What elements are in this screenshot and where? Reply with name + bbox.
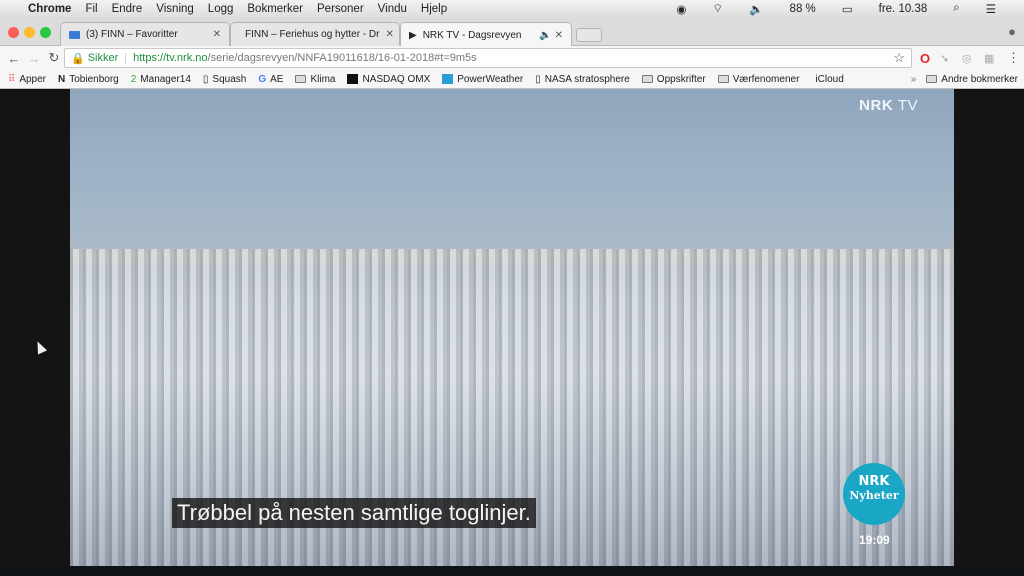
nrk-nyheter-logo: NRK Nyheter xyxy=(843,463,905,525)
page-icon: ▯ xyxy=(202,73,209,85)
menu-logg[interactable]: Logg xyxy=(208,3,234,15)
bookmark-star-icon[interactable]: ☆ xyxy=(893,50,905,66)
google-icon: G xyxy=(258,73,267,85)
battery-level[interactable]: 88 % xyxy=(790,3,816,15)
record-icon[interactable]: ◉ xyxy=(676,2,686,16)
status-area: ◉ ⌔ 🔈 88 % ▭ fre. 10.38 ⌕ ☰ xyxy=(676,0,1010,17)
menu-app[interactable]: Chrome xyxy=(28,3,71,15)
bookmarks-bar: ⠿ Apper N Tobienborg 2 Manager14 ▯ Squash GA… xyxy=(0,70,1024,89)
close-window-button[interactable] xyxy=(8,27,19,38)
powerweather-icon xyxy=(442,74,454,84)
extension-icon-3[interactable]: ▦ xyxy=(984,52,994,65)
bookmark-nasa[interactable]: ▯ NASA stratosphere xyxy=(535,74,630,85)
audio-icon[interactable]: 🔈 ✕ xyxy=(539,30,563,41)
menu-endre[interactable]: Endre xyxy=(112,3,143,15)
tab-bar: (3) FINN – Favoritter ✕ FINN – Feriehus … xyxy=(0,17,1024,47)
clock[interactable]: fre. 10.38 xyxy=(879,3,928,15)
folder-icon xyxy=(295,75,307,83)
tab-title: (3) FINN – Favoritter xyxy=(86,29,178,40)
bookmark-manager14[interactable]: 2 Manager14 xyxy=(131,74,191,85)
wifi-icon[interactable]: ⌔ xyxy=(712,1,723,16)
menu-vindu[interactable]: Vindu xyxy=(378,3,407,15)
bookmark-tobienborg[interactable]: N Tobienborg xyxy=(58,74,119,85)
apps-grid-icon: ⠿ xyxy=(8,73,16,85)
tab-title: FINN – Feriehus og hytter - Dr xyxy=(245,29,380,40)
bookmark-klima[interactable]: Klima xyxy=(295,74,335,85)
bookmark-vaerfenomener[interactable]: Værfenomener xyxy=(717,74,799,85)
address-toolbar: ← → ↻ 🔒 Sikker | https://tv.nrk.no /seri… xyxy=(0,46,1024,70)
extension-icon[interactable]: ➘ xyxy=(940,52,949,65)
tab-title: NRK TV - Dagsrevyen xyxy=(422,29,522,41)
url-host: https://tv.nrk.no xyxy=(133,52,208,64)
extension-icon-2[interactable]: ◎ xyxy=(962,52,972,65)
nrk-tv-logo: NRK TV xyxy=(859,97,918,114)
forward-button[interactable]: → xyxy=(24,51,44,66)
page-icon: ▯ xyxy=(535,73,541,85)
nasdaq-icon xyxy=(347,74,359,84)
opera-extension-icon[interactable]: O xyxy=(920,51,930,66)
new-tab-button[interactable] xyxy=(576,28,602,42)
volume-icon[interactable]: 🔈 xyxy=(749,2,763,16)
menu-fil[interactable]: Fil xyxy=(85,3,97,15)
subtitle: Trøbbel på nesten samtlige toglinjer. xyxy=(172,498,536,528)
menu-hjelp[interactable]: Hjelp xyxy=(421,3,447,15)
play-favicon: ▶ xyxy=(409,29,417,41)
reload-button[interactable]: ↻ xyxy=(44,50,64,66)
close-tab-icon[interactable]: ✕ xyxy=(385,29,393,40)
tab-finn-feriehus[interactable]: FINN – Feriehus og hytter - Dr ✕ xyxy=(230,22,400,46)
profile-icon[interactable]: ● xyxy=(1008,24,1016,39)
menu-personer[interactable]: Personer xyxy=(317,3,364,15)
minimize-window-button[interactable] xyxy=(24,27,35,38)
folder-icon xyxy=(717,75,729,83)
url-path: /serie/dagsrevyen/NNFA19011618/16-01-201… xyxy=(207,52,477,64)
menu-bar: Chrome Fil Endre Visning Logg Bokmerker … xyxy=(0,0,1024,17)
address-bar[interactable]: 🔒 Sikker | https://tv.nrk.no /serie/dags… xyxy=(64,48,912,68)
bookmark-ae[interactable]: G AE xyxy=(258,74,283,85)
bookmark-powerweather[interactable]: PowerWeather xyxy=(442,74,523,85)
bookmark-oppskrifter[interactable]: Oppskrifter xyxy=(641,74,706,85)
other-bookmarks[interactable]: » Andre bokmerker xyxy=(911,74,1018,85)
lock-icon: 🔒 xyxy=(71,52,85,65)
bookmark-squash[interactable]: ▯ Squash xyxy=(203,74,246,85)
zoom-window-button[interactable] xyxy=(40,27,51,38)
chevron-double-icon: » xyxy=(910,73,917,85)
broadcast-clock: 19:09 xyxy=(859,533,890,547)
back-button[interactable]: ← xyxy=(4,51,24,66)
finn-favicon xyxy=(69,30,80,39)
tab-nrk-tv[interactable]: ▶ NRK TV - Dagsrevyen 🔈 ✕ xyxy=(400,22,572,47)
battery-icon: ▭ xyxy=(841,3,853,16)
menu-kebab-icon[interactable]: ⋮ xyxy=(1007,50,1020,66)
notification-icon[interactable]: ☰ xyxy=(986,2,996,16)
close-tab-icon[interactable]: ✕ xyxy=(213,29,221,40)
tab-finn-favoritter[interactable]: (3) FINN – Favoritter ✕ xyxy=(60,22,230,46)
spotlight-icon[interactable]: ⌕ xyxy=(953,2,959,15)
menu-visning[interactable]: Visning xyxy=(156,3,194,15)
video-player[interactable]: NRK TV Trøbbel på nesten samtlige toglin… xyxy=(70,89,954,566)
menu-bokmerker[interactable]: Bokmerker xyxy=(247,3,303,15)
mouse-cursor-icon xyxy=(32,339,48,355)
bookmark-apper[interactable]: ⠿ Apper xyxy=(8,74,46,85)
bookmark-nasdaq[interactable]: NASDAQ OMX xyxy=(347,74,430,85)
secure-label: Sikker xyxy=(87,52,119,64)
bottom-strip xyxy=(0,566,1024,576)
bookmark-icloud[interactable]: iCloud xyxy=(811,74,843,85)
folder-icon xyxy=(641,75,653,83)
folder-icon xyxy=(926,75,938,83)
